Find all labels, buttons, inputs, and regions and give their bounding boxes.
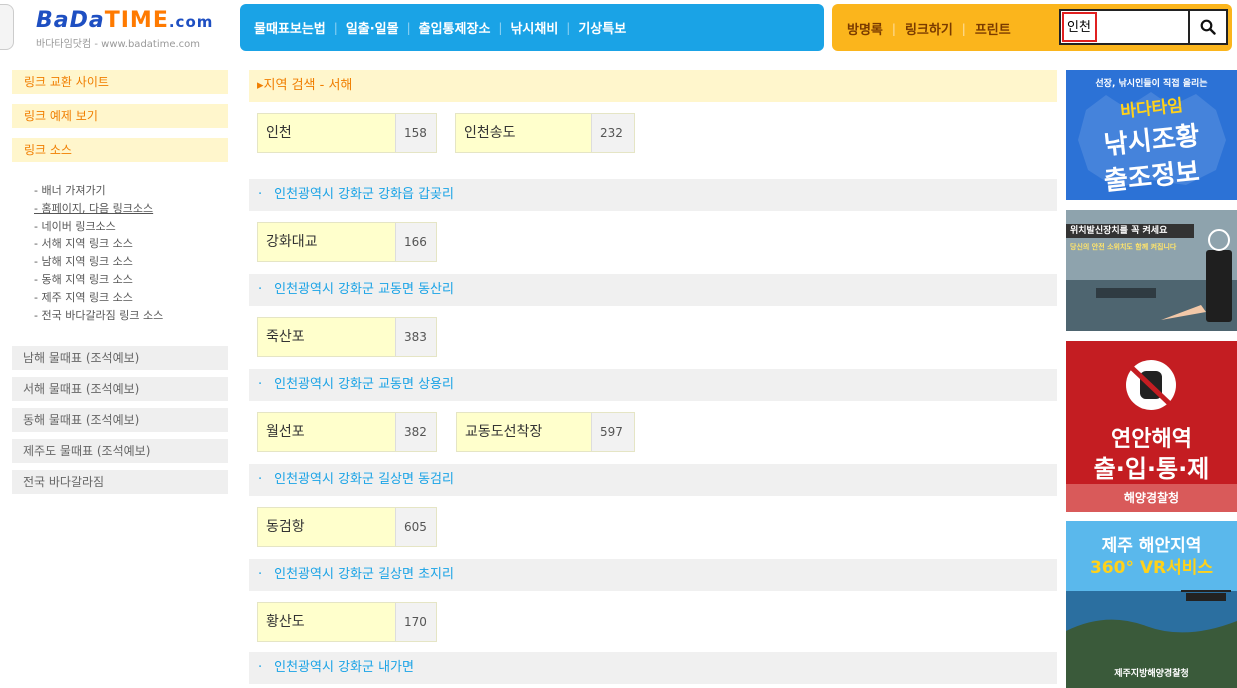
chip-count: 170 [396, 603, 436, 641]
logo-time: TIME [104, 8, 169, 33]
ad-title-2: 360° VR서비스 [1089, 558, 1214, 578]
utility-links: 방명록 | 링크하기 | 프린트 [847, 19, 1011, 39]
ad-access-control[interactable]: 연안해역 출·입·통·제 해양경찰청 [1066, 341, 1237, 512]
location-chip[interactable]: 교동도선착장 597 [456, 412, 635, 452]
search-button[interactable] [1190, 9, 1228, 45]
list-item[interactable]: - 제주 지역 링크 소스 [34, 289, 163, 307]
list-item[interactable]: - 동해 지역 링크 소스 [34, 271, 163, 289]
sidebar-link-example[interactable]: 링크 예제 보기 [12, 104, 228, 128]
group-title-text: 인천광역시 강화군 길상면 동검리 [274, 472, 454, 487]
chip-name: 죽산포 [258, 318, 396, 356]
ad-fishing-report[interactable]: 선장, 낚시인들이 직접 올리는 바다타임 낚시조황 출조정보 [1066, 70, 1237, 200]
left-edge-tab [0, 4, 14, 50]
location-group-title[interactable]: · 인천광역시 강화군 길상면 동검리 [249, 464, 1057, 496]
nav-separator: | [566, 20, 571, 35]
chip-name: 강화대교 [258, 223, 396, 261]
list-item[interactable]: - 서해 지역 링크 소스 [34, 235, 163, 253]
chip-name: 교동도선착장 [457, 413, 592, 451]
nav-fishing-gear[interactable]: 낚시채비 [510, 18, 558, 37]
chip-count: 597 [592, 413, 634, 451]
bullet-icon: · [258, 472, 263, 487]
link-source-list: - 배너 가져가기 - 홈페이지, 다음 링크소스 - 네이버 링크소스 - 서… [34, 182, 163, 324]
bullet-icon: · [258, 660, 263, 675]
ad-title-2: 출·입·통·제 [1093, 455, 1210, 483]
group-title-text: 인천광역시 강화군 내가면 [274, 660, 414, 675]
nav-tide-guide[interactable]: 물때표보는법 [254, 18, 326, 37]
group-title-text: 인천광역시 강화군 교동면 동산리 [274, 282, 454, 297]
region-header: ▸지역 검색 - 서해 [249, 70, 1057, 102]
list-item[interactable]: - 전국 바다갈라짐 링크 소스 [34, 307, 163, 325]
location-chip[interactable]: 동검항 605 [257, 507, 437, 547]
nav-sunrise-sunset[interactable]: 일출·일몰 [346, 18, 399, 37]
bullet-icon: · [258, 282, 263, 297]
location-group-title[interactable]: · 인천광역시 강화군 길상면 초지리 [249, 559, 1057, 591]
location-group-title[interactable]: · 인천광역시 강화군 교동면 상용리 [249, 369, 1057, 401]
nav-separator: | [891, 21, 896, 36]
sidebar-sea-parting[interactable]: 전국 바다갈라짐 [12, 470, 228, 494]
nav-separator: | [498, 20, 503, 35]
chip-name: 황산도 [258, 603, 396, 641]
site-logo[interactable]: BaDaTIME.com 바다타임닷컴 - www.badatime.com [36, 10, 228, 51]
list-item[interactable]: - 홈페이지, 다음 링크소스 [34, 200, 163, 218]
location-chip-incheon-songdo[interactable]: 인천송도 232 [455, 113, 635, 153]
bullet-icon: · [258, 187, 263, 202]
main-nav: 물때표보는법 | 일출·일몰 | 출입통제장소 | 낚시채비 | 기상특보 [240, 4, 824, 51]
nav-guestbook[interactable]: 방명록 [847, 19, 883, 38]
location-chip[interactable]: 강화대교 166 [257, 222, 437, 262]
location-group-title[interactable]: · 인천광역시 강화군 내가면 [249, 652, 1057, 684]
bullet-icon: · [258, 567, 263, 582]
location-chip-incheon[interactable]: 인천 158 [257, 113, 437, 153]
sidebar-west-tide[interactable]: 서해 물때표 (조석예보) [12, 377, 228, 401]
chip-name: 월선포 [258, 413, 396, 451]
sidebar-south-tide[interactable]: 남해 물때표 (조석예보) [12, 346, 228, 370]
logo-subtitle: 바다타임닷컴 - www.badatime.com [36, 39, 201, 50]
chip-count: 383 [396, 318, 436, 356]
logo-wordmark: BaDaTIME.com [36, 10, 228, 33]
utility-nav: 방명록 | 링크하기 | 프린트 [832, 4, 1232, 51]
ad-subcaption: 당신의 안전 소위치도 함께 켜집니다 [1070, 243, 1177, 251]
location-group-title[interactable]: · 인천광역시 강화군 강화읍 갑곶리 [249, 179, 1057, 211]
search-icon [1200, 19, 1216, 35]
ad-jeju-vr[interactable]: 제주 해안지역 360° VR서비스 제주지방해양경찰청 [1066, 521, 1237, 688]
location-chip[interactable]: 죽산포 383 [257, 317, 437, 357]
chip-name: 동검항 [258, 508, 396, 546]
list-item[interactable]: - 남해 지역 링크 소스 [34, 253, 163, 271]
sidebar-east-tide[interactable]: 동해 물때표 (조석예보) [12, 408, 228, 432]
group-title-text: 인천광역시 강화군 교동면 상용리 [274, 377, 454, 392]
ad-org: 제주지방해양경찰청 [1114, 669, 1189, 679]
chip-name: 인천송도 [456, 114, 592, 152]
logo-com: .com [168, 13, 214, 31]
ad-caption: 위치발신장치를 꼭 켜세요 [1066, 224, 1194, 238]
group-title-text: 인천광역시 강화군 강화읍 갑곶리 [274, 187, 454, 202]
page: BaDaTIME.com 바다타임닷컴 - www.badatime.com 물… [0, 0, 1237, 688]
location-chip[interactable]: 월선포 382 [257, 412, 437, 452]
list-item[interactable]: - 네이버 링크소스 [34, 218, 163, 236]
nav-print[interactable]: 프린트 [975, 19, 1011, 38]
nav-restricted-areas[interactable]: 출입통제장소 [419, 18, 491, 37]
chip-name: 인천 [258, 114, 396, 152]
search-input[interactable] [1067, 18, 1185, 33]
nav-separator: | [961, 21, 966, 36]
nav-link-to[interactable]: 링크하기 [905, 19, 953, 38]
chip-count: 158 [396, 114, 436, 152]
location-group-title[interactable]: · 인천광역시 강화군 교동면 동산리 [249, 274, 1057, 306]
nav-separator: | [406, 20, 411, 35]
chip-count: 232 [592, 114, 634, 152]
group-title-text: 인천광역시 강화군 길상면 초지리 [274, 567, 454, 582]
chip-count: 382 [396, 413, 436, 451]
search-box [1059, 9, 1190, 45]
logo-bada: BaDa [36, 8, 105, 33]
ad-location-beacon[interactable]: 위치발신장치를 꼭 켜세요 당신의 안전 소위치도 함께 켜집니다 [1066, 210, 1237, 331]
chip-count: 166 [396, 223, 436, 261]
nav-separator: | [333, 20, 338, 35]
bullet-icon: · [258, 377, 263, 392]
chip-count: 605 [396, 508, 436, 546]
nav-weather-alert[interactable]: 기상특보 [578, 18, 626, 37]
list-item[interactable]: - 배너 가져가기 [34, 182, 163, 200]
ad-org: 해양경찰청 [1123, 491, 1180, 505]
location-chip[interactable]: 황산도 170 [257, 602, 437, 642]
sidebar-jeju-tide[interactable]: 제주도 물때표 (조석예보) [12, 439, 228, 463]
sidebar-link-exchange[interactable]: 링크 교환 사이트 [12, 70, 228, 94]
sidebar-link-source[interactable]: 링크 소스 [12, 138, 228, 162]
